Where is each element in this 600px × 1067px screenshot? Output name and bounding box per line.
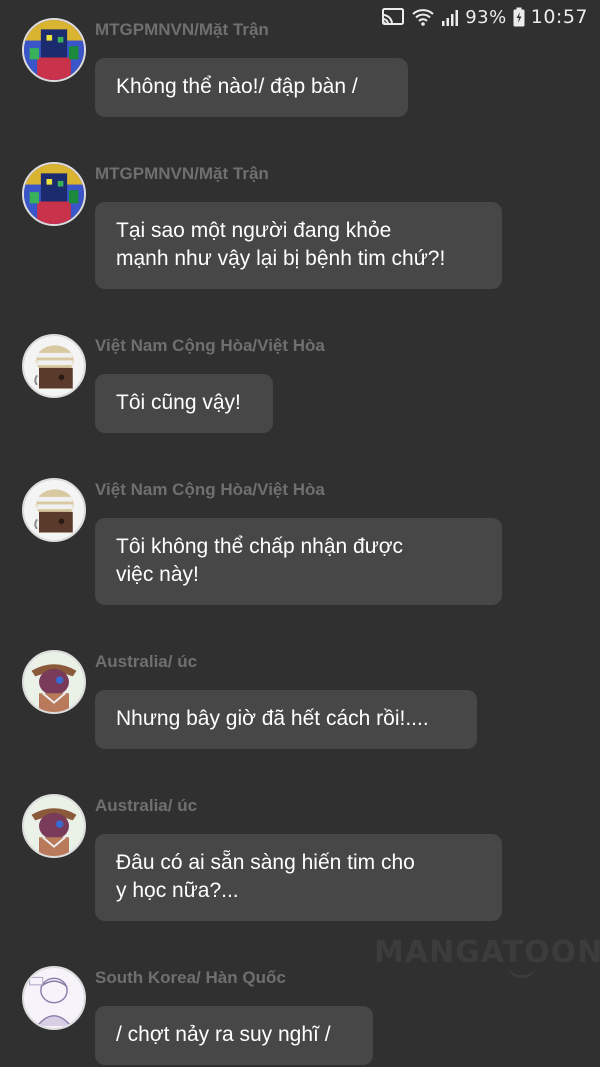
message-text: / chợt nảy ra suy nghĩ / (116, 1023, 331, 1046)
chat-message: MTGPMNVN/Mặt Trận Không thể nào!/ đập bà… (0, 18, 600, 118)
message-bubble[interactable]: Tôi cũng vậy! (95, 374, 273, 433)
sender-name: Australia/ úc (95, 652, 198, 671)
message-bubble[interactable]: Đâu có ai sẵn sàng hiến tim cho y học nữ… (95, 834, 502, 921)
message-text: Không thể nào!/ đập bàn / (116, 75, 358, 98)
message-text-line: y học nữa?... (116, 879, 239, 902)
vnch-avatar[interactable] (22, 334, 86, 398)
message-bubble[interactable]: Tại sao một người đang khỏe mạnh như vậy… (95, 202, 502, 289)
chat-message: South Korea/ Hàn Quốc / chợt nảy ra suy … (0, 966, 600, 1067)
message-bubble[interactable]: / chợt nảy ra suy nghĩ / (95, 1006, 373, 1065)
message-text: Nhưng bây giờ đã hết cách rồi!.... (116, 707, 429, 730)
south-korea-avatar[interactable] (22, 966, 86, 1030)
message-text-line: Đâu có ai sẵn sàng hiến tim cho (116, 851, 415, 874)
sender-name: Australia/ úc (95, 796, 198, 815)
message-bubble[interactable]: Tôi không thể chấp nhận được việc này! (95, 518, 502, 605)
australia-avatar[interactable] (22, 794, 86, 858)
sender-name: MTGPMNVN/Mặt Trận (95, 164, 269, 183)
chat-message: Australia/ úc Nhưng bây giờ đã hết cách … (0, 650, 600, 750)
sender-name: Việt Nam Cộng Hòa/Việt Hòa (95, 480, 325, 499)
message-text-line: mạnh như vậy lại bị bệnh tim chứ?! (116, 247, 446, 270)
vnch-avatar[interactable] (22, 478, 86, 542)
sender-name: MTGPMNVN/Mặt Trận (95, 20, 269, 39)
mangatoon-watermark: MANGATOON (374, 935, 600, 970)
australia-avatar[interactable] (22, 650, 86, 714)
message-bubble[interactable]: Không thể nào!/ đập bàn / (95, 58, 408, 117)
sender-name: Việt Nam Cộng Hòa/Việt Hòa (95, 336, 325, 355)
chat-message: Australia/ úc Đâu có ai sẵn sàng hiến ti… (0, 794, 600, 924)
message-text: Tôi cũng vậy! (116, 391, 241, 414)
mtgpmnvn-avatar[interactable] (22, 18, 86, 82)
message-bubble[interactable]: Nhưng bây giờ đã hết cách rồi!.... (95, 690, 477, 749)
message-text-line: việc này! (116, 563, 199, 586)
sender-name: South Korea/ Hàn Quốc (95, 968, 286, 987)
chat-message: Việt Nam Cộng Hòa/Việt Hòa Tôi không thể… (0, 478, 600, 608)
mtgpmnvn-avatar[interactable] (22, 162, 86, 226)
message-text-line: Tôi không thể chấp nhận được (116, 535, 404, 558)
message-text-line: Tại sao một người đang khỏe (116, 219, 392, 242)
chat-message: Việt Nam Cộng Hòa/Việt Hòa Tôi cũng vậy! (0, 334, 600, 434)
chat-message: MTGPMNVN/Mặt Trận Tại sao một người đang… (0, 162, 600, 292)
